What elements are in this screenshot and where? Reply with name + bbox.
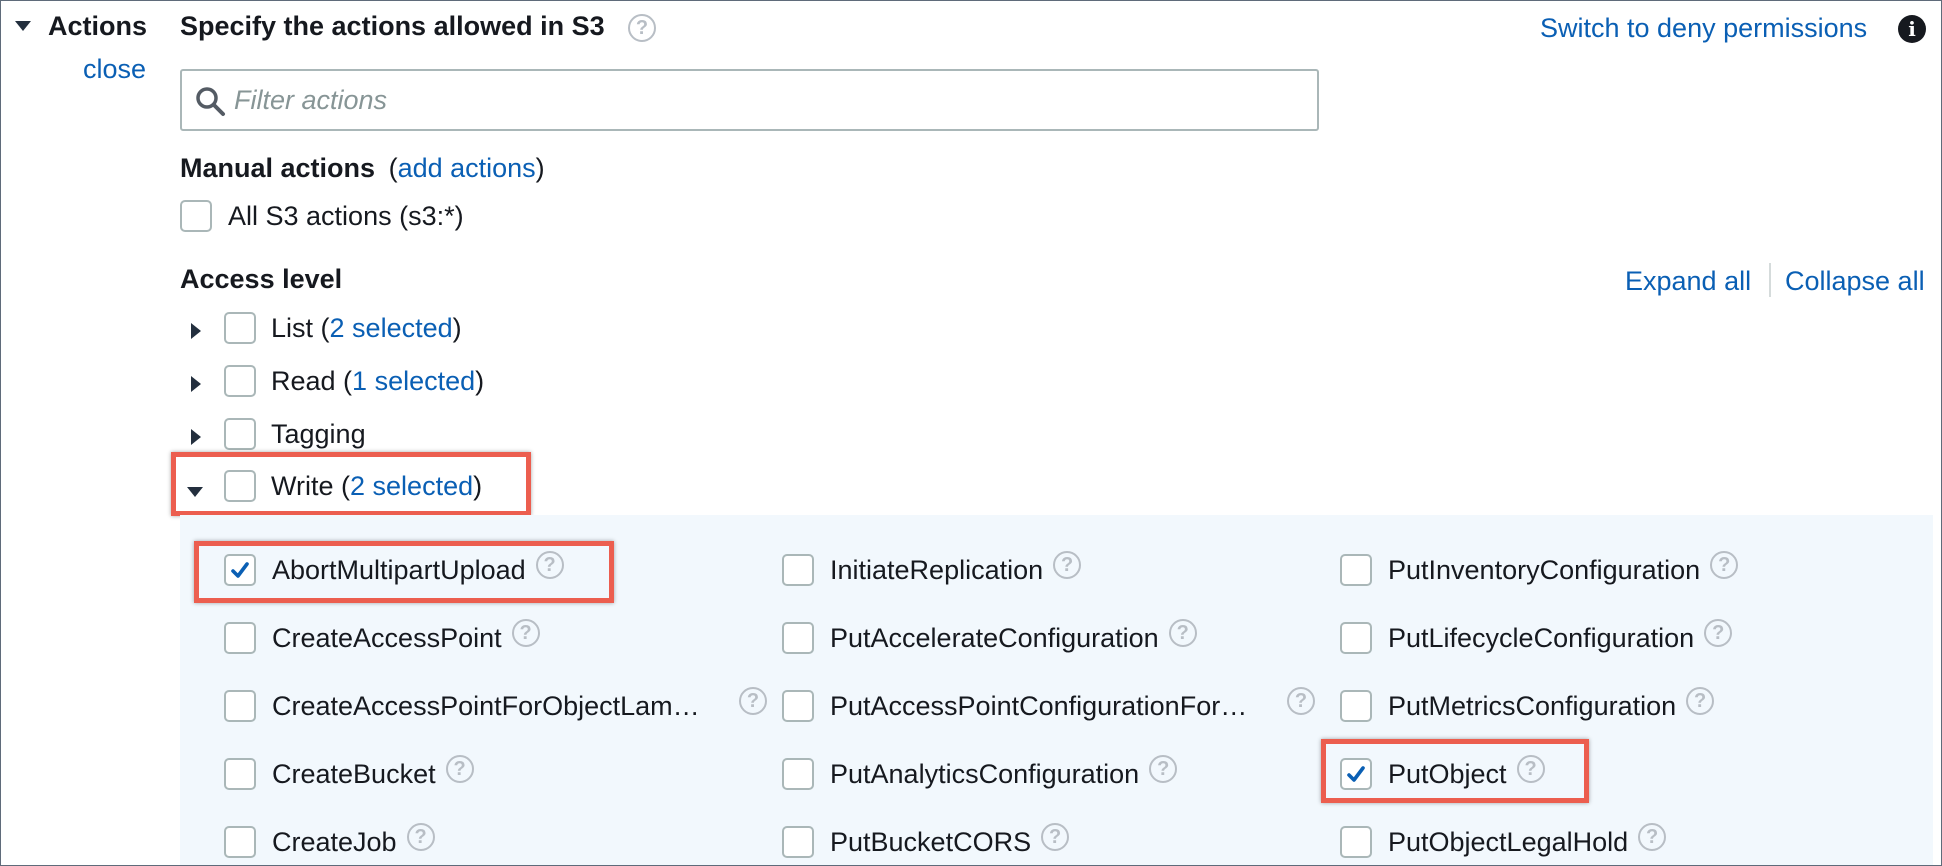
selected-count-link[interactable]: 2 selected [330, 313, 453, 343]
access-level-name: Tagging [271, 419, 366, 449]
action-checkbox[interactable] [782, 554, 814, 586]
action-label[interactable]: PutLifecycleConfiguration [1388, 622, 1694, 654]
action-label[interactable]: CreateAccessPointForObjectLam… [272, 690, 700, 722]
manual-actions-heading: Manual actions [180, 153, 376, 183]
help-icon[interactable]: ? [1041, 823, 1070, 851]
action-checkbox[interactable] [1340, 690, 1372, 722]
filter-actions-input[interactable]: Filter actions [180, 69, 1319, 131]
access-level-label[interactable]: Tagging [271, 418, 366, 450]
selected-count-link[interactable]: 1 selected [352, 366, 475, 396]
help-icon[interactable]: ? [739, 687, 767, 715]
expand-caret-icon[interactable] [191, 376, 201, 392]
action-checkbox[interactable] [224, 826, 256, 858]
action-checkbox[interactable] [1340, 622, 1372, 654]
add-actions-link[interactable]: add actions [398, 153, 536, 183]
help-icon[interactable]: ? [406, 823, 435, 851]
action-checkbox[interactable] [782, 622, 814, 654]
help-icon[interactable]: ? [628, 14, 656, 42]
action-label[interactable]: InitiateReplication [830, 554, 1043, 586]
info-icon[interactable]: i [1898, 15, 1926, 43]
access-level-name: List [271, 313, 314, 343]
access-level-label[interactable]: List (2 selected) [271, 312, 462, 344]
section-title: Specify the actions allowed in S3 [180, 11, 605, 41]
access-level-name: Read [271, 366, 336, 396]
close-link[interactable]: close [83, 53, 146, 85]
filter-placeholder: Filter actions [234, 85, 388, 115]
expand-caret-icon[interactable] [191, 429, 201, 445]
search-icon [196, 87, 225, 116]
action-checkbox[interactable] [1340, 554, 1372, 586]
help-icon[interactable]: ? [1287, 687, 1315, 715]
action-checkbox[interactable] [1340, 826, 1372, 858]
link-divider [1769, 263, 1771, 297]
help-icon[interactable]: ? [1149, 755, 1178, 783]
access-level-label[interactable]: Read (1 selected) [271, 365, 484, 397]
paren: ) [452, 313, 462, 343]
action-label[interactable]: PutObjectLegalHold [1388, 826, 1628, 858]
expand-all-link[interactable]: Expand all [1625, 265, 1751, 297]
action-label[interactable]: PutBucketCORS [830, 826, 1031, 858]
expand-caret-icon[interactable] [191, 323, 201, 339]
abort-multipart-highlight [194, 541, 614, 603]
access-level-checkbox[interactable] [224, 418, 256, 450]
action-label[interactable]: PutAnalyticsConfiguration [830, 758, 1139, 790]
help-icon[interactable]: ? [511, 619, 540, 647]
action-checkbox[interactable] [782, 758, 814, 790]
paren: ) [475, 366, 485, 396]
actions-editor: Actions close Specify the actions allowe… [0, 0, 1942, 866]
access-level-checkbox[interactable] [224, 312, 256, 344]
help-icon[interactable]: ? [1053, 551, 1082, 579]
action-label[interactable]: PutMetricsConfiguration [1388, 690, 1676, 722]
help-icon[interactable]: ? [1686, 687, 1715, 715]
switch-to-deny-link[interactable]: Switch to deny permissions [1540, 12, 1867, 44]
help-icon[interactable]: ? [1704, 619, 1733, 647]
manual-actions-heading-row: Manual actions (add actions) [180, 152, 545, 184]
action-checkbox[interactable] [782, 826, 814, 858]
action-label[interactable]: PutInventoryConfiguration [1388, 554, 1700, 586]
paren-close: ) [535, 153, 545, 183]
all-s3-actions-checkbox[interactable] [180, 200, 212, 232]
access-level-heading: Access level [180, 264, 343, 294]
put-object-highlight [1321, 739, 1589, 803]
action-label[interactable]: CreateBucket [272, 758, 436, 790]
paren: ( [335, 366, 353, 396]
action-checkbox[interactable] [224, 622, 256, 654]
paren-open: ( [388, 153, 398, 183]
collapse-all-link[interactable]: Collapse all [1785, 265, 1925, 297]
paren: ( [313, 313, 330, 343]
collapse-caret-icon[interactable] [15, 21, 31, 31]
action-checkbox[interactable] [224, 690, 256, 722]
actions-toggle-label[interactable]: Actions [48, 10, 147, 42]
action-label[interactable]: CreateJob [272, 826, 397, 858]
write-highlight [171, 452, 531, 516]
help-icon[interactable]: ? [1710, 551, 1739, 579]
help-icon[interactable]: ? [1168, 619, 1197, 647]
action-label[interactable]: CreateAccessPoint [272, 622, 502, 654]
all-s3-actions-label: All S3 actions (s3:*) [228, 201, 464, 231]
action-label[interactable]: PutAccelerateConfiguration [830, 622, 1159, 654]
access-level-checkbox[interactable] [224, 365, 256, 397]
action-checkbox[interactable] [782, 690, 814, 722]
action-label[interactable]: PutAccessPointConfigurationFor… [830, 690, 1247, 722]
help-icon[interactable]: ? [445, 755, 474, 783]
action-checkbox[interactable] [224, 758, 256, 790]
help-icon[interactable]: ? [1638, 823, 1667, 851]
